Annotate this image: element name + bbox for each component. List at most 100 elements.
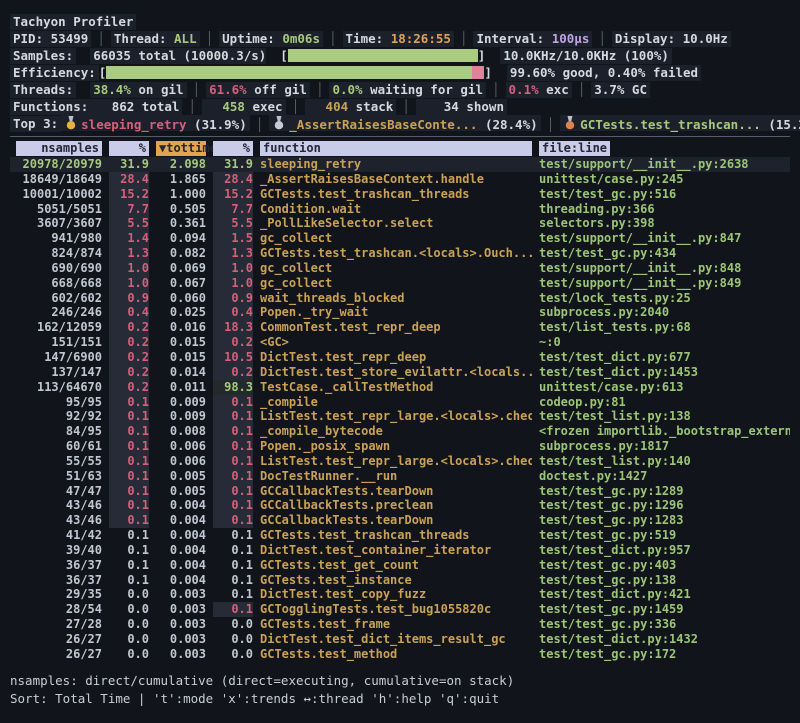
function-cell: GCCallbackTests.tearDown — [260, 513, 532, 528]
file-line-cell: test/support/__init__.py:848 — [539, 261, 790, 276]
table-row[interactable]: 41/420.10.0040.1GCTests.test_trashcan_th… — [10, 528, 790, 543]
efficiency-line: Efficiency:[] 99.60% good, 0.40% failed — [10, 64, 790, 81]
function-cell: DictTest.test_copy_fuzz — [260, 587, 532, 602]
table-row[interactable]: 20978/2097931.92.09831.9sleeping_retryte… — [10, 157, 790, 172]
table-row[interactable]: 51/630.10.0050.1DocTestRunner.__rundocte… — [10, 469, 790, 484]
function-cell: GCTests.test_get_count — [260, 558, 532, 573]
file-line-cell: unittest/case.py:245 — [539, 172, 790, 187]
top3-item[interactable]: GCTests.test_trashcan... (15.2%) — [560, 115, 800, 131]
samples-bar: [] — [280, 48, 485, 64]
table-row[interactable]: 28/540.00.0030.1GCTogglingTests.test_bug… — [10, 602, 790, 617]
direct-pct-cell: 0.1 — [109, 513, 149, 528]
interval-value: 100μs — [552, 31, 590, 46]
samples-label: Samples: — [10, 48, 76, 64]
table-row[interactable]: 10001/1000215.21.00015.2GCTests.test_tra… — [10, 187, 790, 202]
table-row[interactable]: 95/950.10.0090.1_compilecodeop.py:81 — [10, 395, 790, 410]
stat-label: total — [134, 99, 179, 114]
table-row[interactable]: 27/280.00.0030.0GCTests.test_frametest/t… — [10, 617, 790, 632]
stat-segment: 3.7% GC — [591, 82, 650, 98]
top3-item[interactable]: sleeping_retry (31.9%) — [61, 115, 250, 131]
table-row[interactable]: 5051/50517.70.5057.7Condition.waitthread… — [10, 202, 790, 217]
cum-pct-cell: 7.7 — [213, 202, 253, 217]
table-row[interactable]: 147/69000.20.01510.5DictTest.test_repr_d… — [10, 350, 790, 365]
nsamples-cell: 92/92 — [16, 409, 102, 424]
file-line-cell: test/list_tests.py:68 — [539, 320, 790, 335]
col-header-tottime[interactable]: ▼tottime — [156, 141, 206, 156]
file-line-cell: test/test_gc.py:1283 — [539, 513, 790, 528]
thread-field[interactable]: Thread: ALL — [111, 31, 200, 47]
function-cell: Popen._try_wait — [260, 305, 532, 320]
cum-pct-cell: 0.0 — [213, 632, 253, 647]
table-row[interactable]: 151/1510.20.0150.2<GC>~:0 — [10, 335, 790, 350]
threads-line: Threads:38.4% on gil│61.6% off gil│0.0% … — [10, 81, 790, 98]
cum-pct-cell: 0.1 — [213, 573, 253, 588]
cum-pct-cell: 1.0 — [213, 261, 253, 276]
top3-function-name: GCTests.test_trashcan... — [580, 117, 761, 132]
file-line-cell: test/test_gc.py:403 — [539, 558, 790, 573]
table-row[interactable]: 29/350.00.0030.1DictTest.test_copy_fuzzt… — [10, 587, 790, 602]
file-line-cell: test/support/__init__.py:2638 — [539, 157, 790, 172]
col-header-nsamples[interactable]: nsamples — [16, 141, 102, 156]
tottime-cell: 0.015 — [156, 335, 206, 350]
col-header-cum-pct[interactable]: % — [213, 141, 253, 156]
table-row[interactable]: 36/370.10.0040.1GCTests.test_instancetes… — [10, 573, 790, 588]
table-row[interactable]: 36/370.10.0040.1GCTests.test_get_countte… — [10, 558, 790, 573]
function-cell: gc_collect — [260, 276, 532, 291]
nsamples-cell: 41/42 — [16, 528, 102, 543]
direct-pct-cell: 0.9 — [109, 291, 149, 306]
efficiency-summary: 99.60% good, 0.40% failed — [507, 65, 701, 81]
separator: │ — [310, 82, 330, 97]
nsamples-cell: 20978/20979 — [16, 157, 102, 172]
top3-label: Top 3: — [10, 116, 61, 132]
col-header-function[interactable]: function — [260, 141, 532, 156]
table-row[interactable]: 824/8741.30.0821.3GCTests.test_trashcan.… — [10, 246, 790, 261]
functions-line: Functions:862 total│458 exec│404 stack│3… — [10, 98, 790, 115]
bronze-medal-icon — [565, 116, 575, 130]
cum-pct-cell: 18.3 — [213, 320, 253, 335]
table-row[interactable]: 47/470.10.0050.1GCCallbackTests.tearDown… — [10, 484, 790, 499]
cum-pct-cell: 0.1 — [213, 409, 253, 424]
col-header-file-line[interactable]: file:line — [539, 141, 610, 156]
cum-pct-cell: 1.3 — [213, 246, 253, 261]
table-row[interactable]: 55/550.10.0060.1ListTest.test_repr_large… — [10, 454, 790, 469]
col-header-direct-pct[interactable]: % — [109, 141, 149, 156]
top3-line: Top 3:sleeping_retry (31.9%)│_AssertRais… — [10, 115, 790, 132]
table-row[interactable]: 92/920.10.0090.1ListTest.test_repr_large… — [10, 409, 790, 424]
table-row[interactable]: 60/610.10.0060.1Popen._posix_spawnsubpro… — [10, 439, 790, 454]
tottime-cell: 0.014 — [156, 365, 206, 380]
separator: │ — [91, 30, 111, 47]
table-row[interactable]: 18649/1864928.41.86528.4_AssertRaisesBas… — [10, 172, 790, 187]
table-row[interactable]: 602/6020.90.0600.9wait_threads_blockedte… — [10, 291, 790, 306]
table-row[interactable]: 137/1470.20.0140.2DictTest.test_store_ev… — [10, 365, 790, 380]
direct-pct-cell: 7.7 — [109, 202, 149, 217]
nsamples-cell: 95/95 — [16, 395, 102, 410]
uptime-value: 0m06s — [282, 31, 320, 46]
table-row[interactable]: 84/950.10.0080.1_compile_bytecode<frozen… — [10, 424, 790, 439]
table-row[interactable]: 43/460.10.0040.1GCCallbackTests.tearDown… — [10, 513, 790, 528]
tottime-cell: 0.060 — [156, 291, 206, 306]
file-line-cell: test/test_dict.py:421 — [539, 587, 790, 602]
table-row[interactable]: 941/9801.40.0941.5gc_collecttest/support… — [10, 231, 790, 246]
table-row[interactable]: 668/6681.00.0671.0gc_collecttest/support… — [10, 276, 790, 291]
table-row[interactable]: 690/6901.00.0691.0gc_collecttest/support… — [10, 261, 790, 276]
table-row[interactable]: 26/270.00.0030.0GCTests.test_methodtest/… — [10, 647, 790, 662]
top3-item[interactable]: _AssertRaisesBaseConte... (28.4%) — [269, 115, 540, 131]
table-row[interactable]: 39/400.10.0040.1DictTest.test_container_… — [10, 543, 790, 558]
nsamples-cell: 36/37 — [16, 558, 102, 573]
efficiency-bar-fail — [472, 66, 484, 79]
table-row[interactable]: 162/120590.20.01618.3CommonTest.test_rep… — [10, 320, 790, 335]
table-row[interactable]: 26/270.00.0030.0DictTest.test_dict_items… — [10, 632, 790, 647]
table-row[interactable]: 3607/36075.50.3615.5_PollLikeSelector.se… — [10, 216, 790, 231]
cum-pct-cell: 98.3 — [213, 380, 253, 395]
samples-line: Samples:66035 total (10000.3/s)[] 10.0KH… — [10, 47, 790, 64]
function-cell: CommonTest.test_repr_deep — [260, 320, 532, 335]
direct-pct-cell: 5.5 — [109, 216, 149, 231]
table-row[interactable]: 246/2460.40.0250.4Popen._try_waitsubproc… — [10, 305, 790, 320]
cum-pct-cell: 0.1 — [213, 513, 253, 528]
direct-pct-cell: 1.4 — [109, 231, 149, 246]
function-cell: GCTests.test_trashcan.<locals>.Ouch.... — [260, 246, 532, 261]
file-line-cell: test/lock_tests.py:25 — [539, 291, 790, 306]
direct-pct-cell: 0.0 — [109, 587, 149, 602]
table-row[interactable]: 113/646700.20.01198.3TestCase._callTestM… — [10, 380, 790, 395]
table-row[interactable]: 43/460.10.0040.1GCCallbackTests.preclean… — [10, 498, 790, 513]
